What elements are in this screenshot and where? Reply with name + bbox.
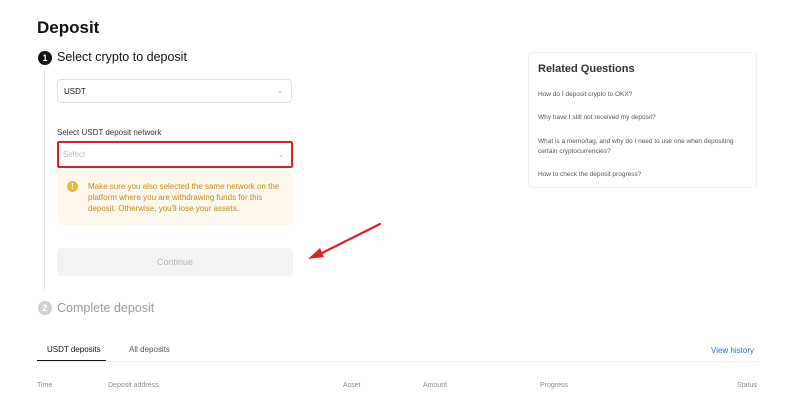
red-arrow-annotation bbox=[308, 222, 382, 259]
tab-usdt-deposits[interactable]: USDT deposits bbox=[47, 345, 101, 354]
coin-select-value: USDT bbox=[64, 86, 86, 96]
column-header-deposit-address: Deposit address bbox=[108, 382, 159, 389]
related-question-link[interactable]: What is a memo/tag, and why do I need to… bbox=[538, 137, 748, 157]
related-questions-title: Related Questions bbox=[538, 63, 635, 75]
network-warning-box: ! Make sure you also selected the same n… bbox=[57, 170, 293, 225]
related-question-link[interactable]: Why have I still not received my deposit… bbox=[538, 113, 748, 123]
column-header-progress: Progress bbox=[540, 382, 569, 389]
step-1-label: Select crypto to deposit bbox=[57, 50, 187, 64]
chevron-down-icon: ⌄ bbox=[278, 151, 284, 159]
coin-select[interactable]: USDT ⌄ bbox=[57, 79, 292, 103]
network-select[interactable]: Select ⌄ bbox=[57, 141, 293, 168]
column-header-time: Time bbox=[37, 382, 53, 389]
column-header-amount: Amount bbox=[423, 382, 448, 389]
step-2-indicator: 2 bbox=[38, 301, 52, 315]
tab-all-deposits[interactable]: All deposits bbox=[129, 345, 170, 354]
step-connector-line bbox=[44, 68, 45, 290]
view-history-link[interactable]: View history bbox=[711, 346, 754, 355]
warning-text: Make sure you also selected the same net… bbox=[88, 182, 280, 213]
page-title: Deposit bbox=[37, 18, 100, 37]
step-1-indicator: 1 bbox=[38, 51, 52, 65]
network-select-label: Select USDT deposit network bbox=[57, 128, 162, 137]
step-2-label: Complete deposit bbox=[57, 301, 155, 315]
warning-icon: ! bbox=[67, 181, 78, 192]
related-question-link[interactable]: How do I deposit crypto to OKX? bbox=[538, 90, 748, 100]
related-question-link[interactable]: How to check the deposit progress? bbox=[538, 170, 748, 180]
related-questions-panel: Related Questions How do I deposit crypt… bbox=[528, 52, 757, 188]
chevron-down-icon: ⌄ bbox=[277, 88, 283, 95]
continue-button[interactable]: Continue bbox=[57, 248, 293, 276]
network-select-placeholder: Select bbox=[63, 150, 86, 159]
column-header-status: Status bbox=[737, 382, 757, 389]
tabs-divider bbox=[37, 361, 758, 362]
column-header-asset: Asset bbox=[343, 382, 361, 389]
